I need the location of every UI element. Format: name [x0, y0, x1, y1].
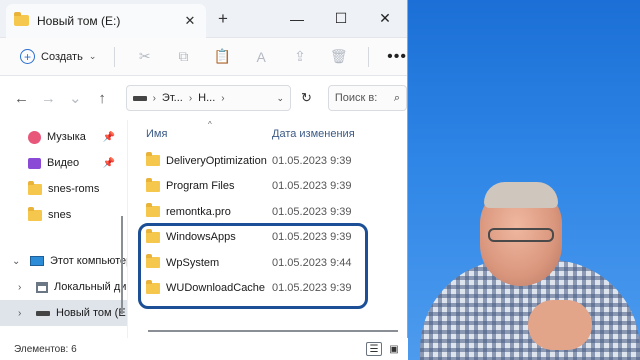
- window-controls: — ☐ ✕: [275, 0, 407, 38]
- table-row[interactable]: Program Files 01.05.2023 9:39: [146, 174, 408, 200]
- sidebar-item-local-disk[interactable]: › Локальный ди: [0, 274, 127, 300]
- folder-icon: [146, 177, 160, 192]
- drive-icon: [36, 310, 50, 316]
- drive-icon: [132, 95, 147, 101]
- item-count: Элементов: 6: [14, 343, 77, 355]
- sidebar-item-label: snes-roms: [48, 183, 100, 195]
- back-icon[interactable]: ←: [10, 90, 33, 107]
- navigation-pane: Музыка 📌 Видео 📌 snes-roms snes ⌄ Этот к…: [0, 120, 128, 338]
- close-tab-icon[interactable]: ✕: [182, 13, 198, 29]
- sidebar-item-video[interactable]: Видео 📌: [0, 150, 127, 176]
- divider: [368, 46, 370, 67]
- sidebar-item-this-pc[interactable]: ⌄ Этот компьютер: [0, 248, 127, 274]
- copy-icon[interactable]: ⧉: [166, 43, 201, 71]
- status-bar: Элементов: 6 ☰ ▣: [0, 338, 408, 360]
- rename-icon[interactable]: A: [244, 43, 279, 71]
- highlight-annotation: [138, 223, 368, 309]
- presenter-video: [410, 140, 640, 360]
- expand-chevron-icon[interactable]: ⌄: [12, 256, 20, 267]
- sidebar-item-label: snes: [48, 209, 72, 221]
- tab-current[interactable]: Новый том (E:) ✕: [6, 3, 206, 38]
- pin-icon: 📌: [102, 157, 115, 169]
- breadcrumb-separator-icon: ›: [221, 92, 225, 104]
- address-bar[interactable]: › Эт... › Н... › ⌄: [125, 85, 291, 111]
- file-date: 01.05.2023 9:39: [272, 154, 352, 167]
- plus-icon: +: [20, 49, 35, 64]
- minimize-button[interactable]: —: [275, 0, 319, 38]
- collapse-chevron-icon[interactable]: ›: [18, 282, 21, 293]
- create-button[interactable]: + Создать ⌄: [14, 45, 102, 68]
- folder-icon: [14, 12, 29, 26]
- close-window-button[interactable]: ✕: [363, 0, 407, 38]
- refresh-icon[interactable]: ↻: [295, 90, 318, 106]
- computer-icon: [30, 256, 44, 266]
- folder-icon: [146, 203, 160, 218]
- maximize-button[interactable]: ☐: [319, 0, 363, 38]
- sidebar-item-label: Этот компьютер: [50, 255, 127, 267]
- folder-icon: [28, 180, 42, 195]
- presenter-hair: [484, 182, 558, 208]
- search-icon: ⌕: [393, 91, 401, 104]
- file-name: Program Files: [166, 180, 235, 193]
- music-icon: [28, 130, 41, 144]
- tab-title: Новый том (E:): [37, 13, 121, 28]
- file-name: DeliveryOptimization: [166, 154, 267, 167]
- details-view-icon[interactable]: ☰: [366, 342, 382, 356]
- address-row: ← → ⌄ ↑ › Эт... › Н... › ⌄ ↻ Поиск в: ⌕: [0, 76, 408, 120]
- divider: [114, 46, 116, 67]
- up-icon[interactable]: ↑: [91, 90, 114, 107]
- breadcrumb-separator-icon: ›: [188, 92, 193, 104]
- file-explorer-window: Новый том (E:) ✕ + — ☐ ✕ + Создать ⌄ ✂ ⧉…: [0, 0, 408, 360]
- forward-icon[interactable]: →: [37, 90, 60, 107]
- presenter-glasses: [488, 228, 554, 242]
- breadcrumb-this-pc[interactable]: Эт...: [162, 92, 183, 104]
- column-header-name[interactable]: Имя: [146, 128, 272, 140]
- search-placeholder: Поиск в:: [334, 92, 378, 104]
- table-row[interactable]: remontka.pro 01.05.2023 9:39: [146, 199, 408, 225]
- sidebar-item-music[interactable]: Музыка 📌: [0, 124, 127, 150]
- pin-icon: 📌: [102, 131, 115, 143]
- sidebar-item-new-volume[interactable]: › Новый том (E: [0, 300, 127, 326]
- table-row[interactable]: DeliveryOptimization 01.05.2023 9:39: [146, 148, 408, 174]
- sort-caret-icon: ^: [208, 120, 212, 129]
- delete-icon[interactable]: 🗑: [321, 43, 356, 71]
- folder-icon: [28, 206, 42, 221]
- view-toggle: ☰ ▣: [366, 342, 402, 356]
- column-headers: ^ Имя Дата изменения: [146, 120, 408, 148]
- file-date: 01.05.2023 9:39: [272, 180, 352, 193]
- address-dropdown-icon[interactable]: ⌄: [276, 93, 284, 104]
- tiles-view-icon[interactable]: ▣: [386, 342, 402, 356]
- sidebar-item-label: Видео: [47, 157, 80, 169]
- video-icon: [28, 157, 41, 169]
- new-tab-button[interactable]: +: [218, 9, 228, 29]
- collapse-chevron-icon[interactable]: ›: [18, 308, 21, 319]
- sidebar-item-snes-roms[interactable]: snes-roms: [0, 176, 127, 202]
- presenter-hand: [528, 300, 592, 350]
- search-input[interactable]: Поиск в: ⌕: [327, 85, 408, 111]
- sidebar-scrollbar[interactable]: [121, 216, 123, 314]
- sidebar-item-label: Локальный ди: [54, 281, 127, 293]
- breadcrumb-separator-icon: ›: [152, 92, 156, 104]
- chevron-down-icon: ⌄: [88, 51, 97, 61]
- file-name: remontka.pro: [166, 205, 231, 218]
- sidebar-item-label: Музыка: [47, 131, 86, 143]
- column-header-date[interactable]: Дата изменения: [272, 128, 355, 140]
- command-bar: + Создать ⌄ ✂ ⧉ 📋 A ⇪ 🗑 •••: [0, 38, 407, 76]
- cut-icon[interactable]: ✂: [127, 43, 162, 71]
- more-options-button[interactable]: •••: [387, 48, 407, 66]
- sidebar-item-snes[interactable]: snes: [0, 202, 127, 228]
- recent-chevron-icon[interactable]: ⌄: [64, 89, 87, 107]
- folder-icon: [146, 152, 160, 167]
- share-icon[interactable]: ⇪: [283, 43, 318, 71]
- file-date: 01.05.2023 9:39: [272, 205, 352, 218]
- network-drive-icon: [36, 281, 48, 293]
- title-bar: Новый том (E:) ✕ + — ☐ ✕: [0, 0, 407, 38]
- create-label: Создать: [41, 50, 83, 63]
- paste-icon[interactable]: 📋: [205, 43, 240, 71]
- breadcrumb-volume[interactable]: Н...: [198, 92, 215, 104]
- sidebar-item-label: Новый том (E: [56, 307, 126, 319]
- horizontal-scrollbar[interactable]: [148, 330, 398, 332]
